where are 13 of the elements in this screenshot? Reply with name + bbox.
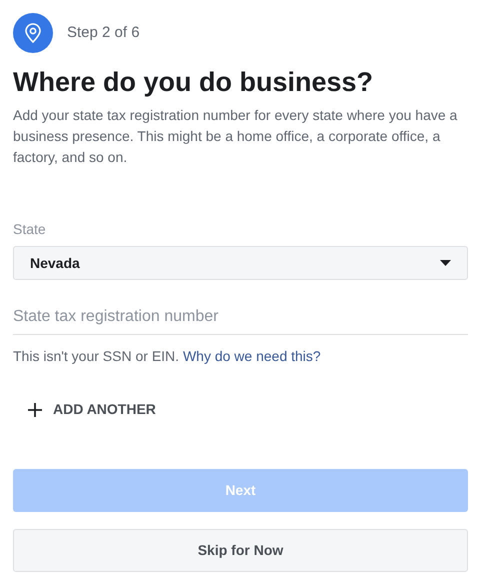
why-link[interactable]: Why do we need this?	[182, 348, 321, 364]
state-dropdown[interactable]: Nevada	[13, 246, 468, 280]
step-indicator: Step 2 of 6	[67, 22, 140, 43]
plus-icon	[27, 402, 43, 418]
skip-button[interactable]: Skip for Now	[13, 529, 468, 572]
tax-number-field[interactable]: State tax registration number	[13, 300, 468, 335]
field-label: State	[13, 220, 47, 239]
caret-icon	[440, 260, 451, 266]
description-text: Add your state tax registration number for every state where you have a business presence. This might be a home office, a corporate office, a factory, and so on.	[13, 106, 458, 167]
page-heading: Where do you do business?	[13, 66, 374, 99]
add-another-button[interactable]: ADD ANOTHER	[27, 399, 156, 420]
help-text: This isn't your SSN or EIN. Why do we need this?	[13, 347, 322, 366]
location-pin-icon	[13, 13, 53, 53]
